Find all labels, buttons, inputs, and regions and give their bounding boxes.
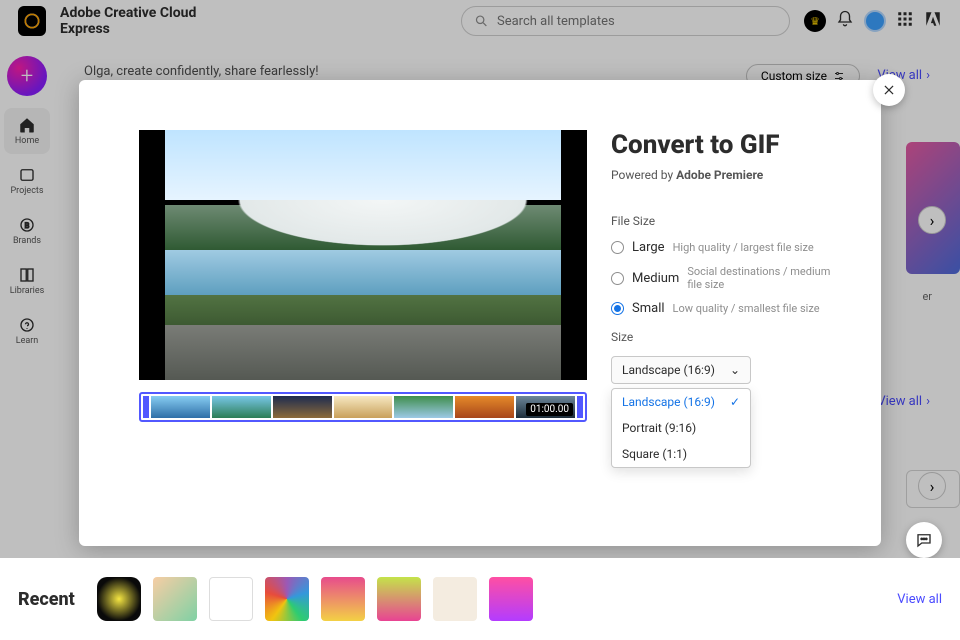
trim-handle-start[interactable] (143, 396, 149, 418)
recent-title: Recent (18, 589, 75, 610)
recent-item[interactable] (153, 577, 197, 621)
radio-icon (611, 302, 624, 315)
radio-icon (611, 241, 624, 254)
convert-to-gif-modal: 01:00.00 Convert to GIF Powered by Adobe… (79, 80, 881, 546)
help-chat-button[interactable] (906, 522, 942, 558)
filesize-option-small[interactable]: Small Low quality / smallest file size (611, 301, 845, 316)
chat-icon (915, 531, 933, 549)
recent-item[interactable] (209, 577, 253, 621)
option-label: Square (1:1) (622, 447, 687, 461)
filmstrip-thumb (273, 396, 332, 418)
trim-handle-end[interactable] (577, 396, 583, 418)
recent-item[interactable] (377, 577, 421, 621)
recent-item[interactable] (97, 577, 141, 621)
option-label: Medium (632, 271, 679, 286)
filesize-option-large[interactable]: Large High quality / largest file size (611, 240, 845, 255)
radio-icon (611, 272, 624, 285)
recent-view-all-link[interactable]: View all (897, 592, 942, 607)
filesize-option-medium[interactable]: Medium Social destinations / medium file… (611, 265, 845, 291)
modal-title: Convert to GIF (611, 130, 845, 160)
powered-by: Powered by Adobe Premiere (611, 168, 845, 182)
filmstrip-thumb (394, 396, 453, 418)
recent-item[interactable] (433, 577, 477, 621)
recent-item[interactable] (321, 577, 365, 621)
preview-frame (165, 130, 561, 380)
recent-footer: Recent View all (0, 558, 960, 640)
option-sublabel: Social destinations / medium file size (687, 265, 845, 291)
filmstrip-thumb (151, 396, 210, 418)
size-option-portrait[interactable]: Portrait (9:16) (612, 415, 750, 441)
video-preview (139, 130, 587, 380)
option-sublabel: Low quality / smallest file size (673, 302, 820, 315)
file-size-label: File Size (611, 214, 845, 228)
filmstrip-thumb (334, 396, 393, 418)
chevron-down-icon: ⌄ (730, 363, 740, 377)
select-value: Landscape (16:9) (622, 363, 715, 377)
option-label: Large (632, 240, 665, 255)
option-label: Landscape (16:9) (622, 395, 715, 409)
option-label: Small (632, 301, 665, 316)
option-label: Portrait (9:16) (622, 421, 696, 435)
recent-item[interactable] (265, 577, 309, 621)
timecode: 01:00.00 (526, 403, 573, 416)
size-label: Size (611, 330, 845, 344)
recent-item[interactable] (489, 577, 533, 621)
size-option-landscape[interactable]: Landscape (16:9) ✓ (612, 389, 750, 415)
close-icon (882, 83, 896, 97)
close-button[interactable] (873, 74, 905, 106)
trim-filmstrip[interactable]: 01:00.00 (139, 392, 587, 422)
size-option-square[interactable]: Square (1:1) (612, 441, 750, 467)
filmstrip-thumb (212, 396, 271, 418)
option-sublabel: High quality / largest file size (673, 241, 814, 254)
check-icon: ✓ (730, 395, 740, 409)
size-select[interactable]: Landscape (16:9) ⌄ (611, 356, 751, 384)
filmstrip-thumb (455, 396, 514, 418)
size-dropdown: Landscape (16:9) ✓ Portrait (9:16) Squar… (611, 388, 751, 468)
